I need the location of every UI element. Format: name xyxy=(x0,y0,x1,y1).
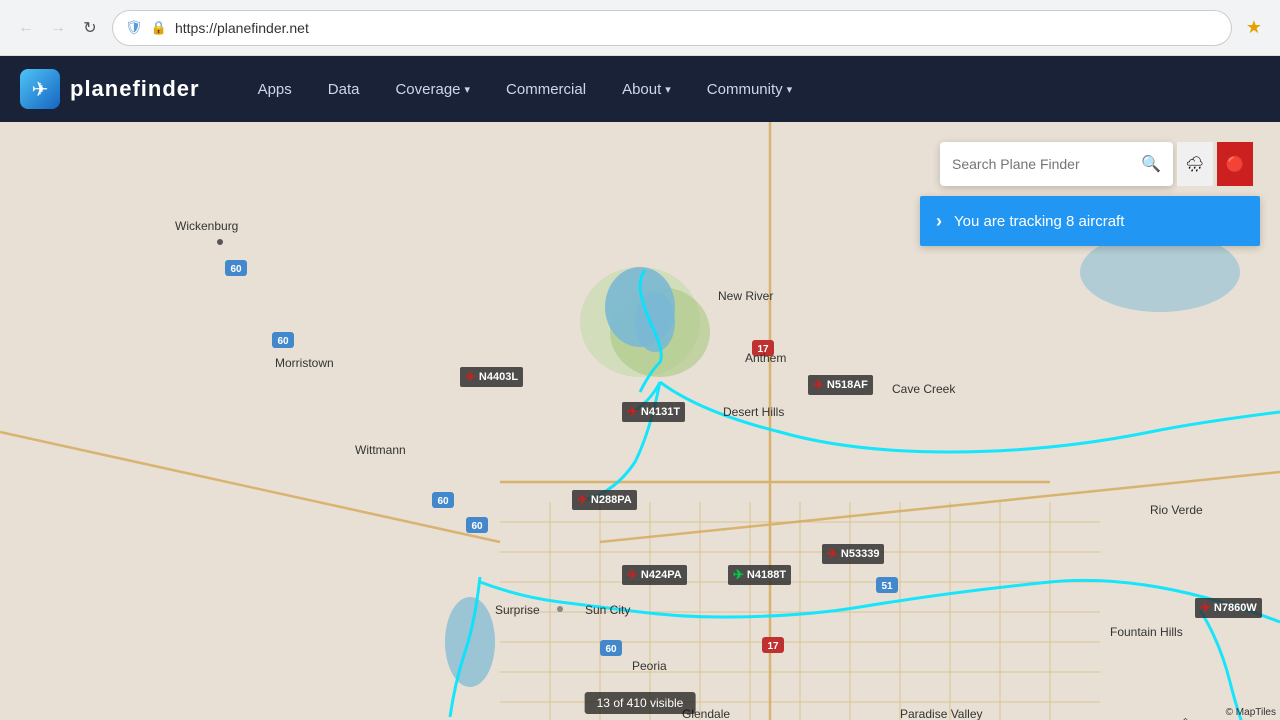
svg-text:60: 60 xyxy=(471,521,483,532)
aircraft-id: N7860W xyxy=(1214,602,1257,614)
svg-text:60: 60 xyxy=(230,264,242,275)
svg-text:60: 60 xyxy=(277,336,289,347)
aircraft-icon: ✈ xyxy=(627,567,638,583)
svg-text:New River: New River xyxy=(718,289,773,303)
aircraft-n288pa[interactable]: ✈ N288PA xyxy=(572,490,637,510)
aircraft-n4131t[interactable]: ✈ N4131T xyxy=(622,402,685,422)
nav-about[interactable]: About▾ xyxy=(604,56,689,122)
aircraft-icon: ✈ xyxy=(733,567,744,583)
search-input-wrapper: 🔍 xyxy=(940,142,1173,186)
svg-text:51: 51 xyxy=(881,581,893,592)
logo-area[interactable]: ✈ planefinder xyxy=(20,69,200,109)
tracking-arrow: › xyxy=(936,211,942,232)
nav-data[interactable]: Data xyxy=(310,56,378,122)
aircraft-n7860w[interactable]: ✈ N7860W xyxy=(1195,598,1262,618)
aircraft-id: N288PA xyxy=(591,494,632,506)
forward-button[interactable]: → xyxy=(44,14,72,42)
aircraft-n4403l[interactable]: ✈ N4403L xyxy=(460,367,523,387)
svg-text:Morristown: Morristown xyxy=(275,356,334,370)
svg-text:Sun City: Sun City xyxy=(585,603,630,617)
svg-text:Paradise Valley: Paradise Valley xyxy=(900,707,983,720)
aircraft-icon: ✈ xyxy=(1200,600,1211,616)
aircraft-id: N424PA xyxy=(641,569,682,581)
back-button[interactable]: ← xyxy=(12,14,40,42)
aircraft-n518af[interactable]: ✈ N518AF xyxy=(808,375,873,395)
svg-text:Peoria: Peoria xyxy=(632,659,667,673)
security-icon: 🛡 xyxy=(125,19,143,36)
browser-chrome: ← → ↻ 🛡 🔒 https://planefinder.net ★ xyxy=(0,0,1280,56)
lock-icon: 🔒 xyxy=(151,20,167,36)
aircraft-icon: ✈ xyxy=(813,377,824,393)
browser-nav-buttons: ← → ↻ xyxy=(12,14,104,42)
aircraft-icon: ✈ xyxy=(627,404,638,420)
nav-apps[interactable]: Apps xyxy=(240,56,310,122)
tracking-banner[interactable]: › You are tracking 8 aircraft xyxy=(920,196,1260,246)
weather-button[interactable]: 🌧 xyxy=(1177,142,1213,186)
notification-button[interactable]: 🔴 xyxy=(1217,142,1253,186)
svg-text:Anthem: Anthem xyxy=(745,351,786,365)
search-button[interactable]: 🔍 xyxy=(1141,154,1161,174)
svg-text:Cave Creek: Cave Creek xyxy=(892,382,956,396)
navbar: ✈ planefinder Apps Data Coverage▾ Commer… xyxy=(0,56,1280,122)
aircraft-n4188t[interactable]: ✈ N4188T xyxy=(728,565,791,585)
aircraft-id: N4131T xyxy=(641,406,680,418)
svg-text:17: 17 xyxy=(767,641,779,652)
reload-button[interactable]: ↻ xyxy=(76,14,104,42)
nav-community[interactable]: Community▾ xyxy=(689,56,810,122)
svg-text:60: 60 xyxy=(605,644,617,655)
aircraft-icon: ✈ xyxy=(577,492,588,508)
search-input[interactable] xyxy=(952,156,1133,172)
svg-text:Fountain Hills: Fountain Hills xyxy=(1110,625,1183,639)
aircraft-id: N4188T xyxy=(747,569,786,581)
nav-links: Apps Data Coverage▾ Commercial About▾ Co… xyxy=(240,56,1260,122)
aircraft-n53339[interactable]: ✈ N53339 xyxy=(822,544,884,564)
svg-text:Rio Verde: Rio Verde xyxy=(1150,503,1203,517)
aircraft-id: N4403L xyxy=(479,371,518,383)
nav-coverage[interactable]: Coverage▾ xyxy=(377,56,488,122)
search-box: 🔍 🌧 🔴 xyxy=(940,142,1260,186)
aircraft-icon: ✈ xyxy=(465,369,476,385)
aircraft-id: N518AF xyxy=(827,379,868,391)
aircraft-n424pa[interactable]: ✈ N424PA xyxy=(622,565,687,585)
status-text: 13 of 410 visible xyxy=(597,696,684,710)
logo-icon: ✈ xyxy=(20,69,60,109)
aircraft-icon: ✈ xyxy=(827,546,838,562)
logo-text: planefinder xyxy=(70,76,200,102)
aircraft-id: N53339 xyxy=(841,548,880,560)
svg-text:Wittmann: Wittmann xyxy=(355,443,406,457)
url-text: https://planefinder.net xyxy=(175,20,1219,36)
svg-text:Desert Hills: Desert Hills xyxy=(723,405,784,419)
svg-text:60: 60 xyxy=(437,496,449,507)
search-extras: 🌧 🔴 xyxy=(1177,142,1253,186)
bookmark-button[interactable]: ★ xyxy=(1240,14,1268,42)
status-bar: 13 of 410 visible xyxy=(585,692,696,714)
svg-text:Surprise: Surprise xyxy=(495,603,540,617)
address-bar[interactable]: 🛡 🔒 https://planefinder.net xyxy=(112,10,1232,46)
tracking-text: You are tracking 8 aircraft xyxy=(954,213,1124,230)
map-container[interactable]: 60 60 60 60 60 17 17 51 87 xyxy=(0,122,1280,720)
map-attribution: © MapTiles xyxy=(1226,707,1276,718)
page-content: ✈ planefinder Apps Data Coverage▾ Commer… xyxy=(0,56,1280,720)
svg-text:Wickenburg: Wickenburg xyxy=(175,219,238,233)
nav-commercial[interactable]: Commercial xyxy=(488,56,604,122)
